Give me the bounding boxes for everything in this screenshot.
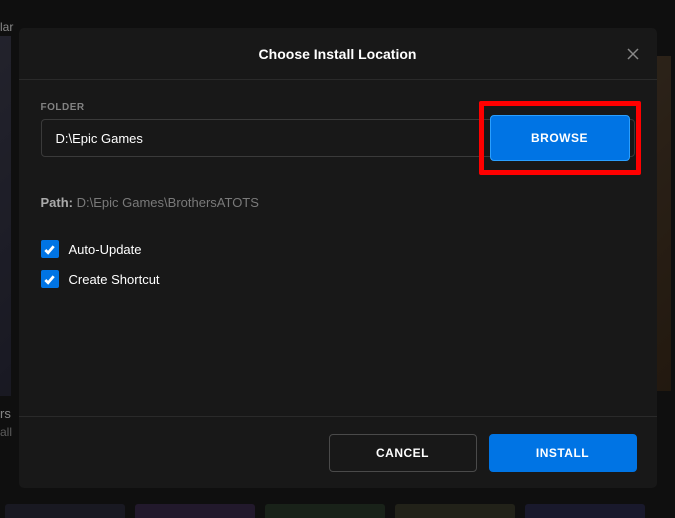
browse-highlight: BROWSE [479,101,641,175]
dialog-body: FOLDER BROWSE Path: D:\Epic Games\Brothe… [19,80,657,416]
checkbox-label: Create Shortcut [69,272,160,287]
dialog-title: Choose Install Location [259,46,417,62]
checkbox-checked-icon [41,270,59,288]
checkbox-group: Auto-Update Create Shortcut [41,240,635,288]
modal-overlay: Choose Install Location FOLDER BROWSE Pa… [0,0,675,518]
checkbox-checked-icon [41,240,59,258]
browse-button[interactable]: BROWSE [490,115,630,161]
install-location-dialog: Choose Install Location FOLDER BROWSE Pa… [19,28,657,488]
close-icon [626,47,640,61]
dialog-header: Choose Install Location [19,28,657,80]
folder-row: BROWSE [41,119,635,157]
path-label: Path: [41,195,77,210]
dialog-footer: CANCEL INSTALL [19,416,657,488]
install-button[interactable]: INSTALL [489,434,637,472]
close-button[interactable] [623,44,643,64]
path-value: D:\Epic Games\BrothersATOTS [77,195,259,210]
checkbox-auto-update[interactable]: Auto-Update [41,240,635,258]
cancel-button[interactable]: CANCEL [329,434,477,472]
path-row: Path: D:\Epic Games\BrothersATOTS [41,195,635,210]
checkbox-create-shortcut[interactable]: Create Shortcut [41,270,635,288]
checkbox-label: Auto-Update [69,242,142,257]
